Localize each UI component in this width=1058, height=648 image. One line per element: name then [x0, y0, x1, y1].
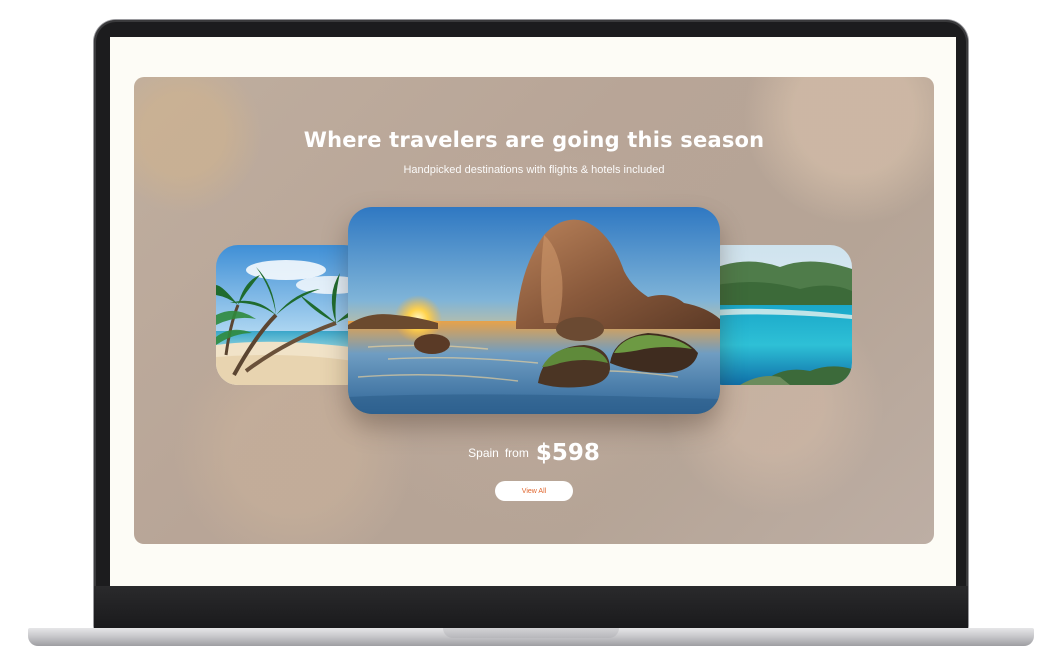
- destination-name: Spain: [468, 446, 499, 460]
- hero-subtitle: Handpicked destinations with flights & h…: [403, 164, 665, 176]
- laptop-notch: [443, 628, 619, 638]
- hero-title: Where travelers are going this season: [303, 128, 765, 152]
- destination-price: $598: [535, 440, 600, 466]
- lagoon-image: [700, 245, 852, 385]
- price-from-label: from: [504, 446, 529, 460]
- sunset-rock-image: [348, 207, 720, 414]
- featured-destination: Spain from $598: [134, 440, 934, 466]
- carousel-card-active[interactable]: [348, 207, 720, 414]
- tropical-beach-image: [216, 245, 366, 385]
- device-mockup: Where travelers are going this season Ha…: [0, 0, 1058, 648]
- destinations-hero: Where travelers are going this season Ha…: [134, 77, 934, 544]
- view-all-button[interactable]: View All: [495, 481, 573, 501]
- carousel-card-previous[interactable]: [216, 245, 366, 385]
- laptop-screen: Where travelers are going this season Ha…: [110, 37, 956, 586]
- carousel-card-next[interactable]: [700, 245, 852, 385]
- laptop-bezel-bottom: [94, 586, 968, 628]
